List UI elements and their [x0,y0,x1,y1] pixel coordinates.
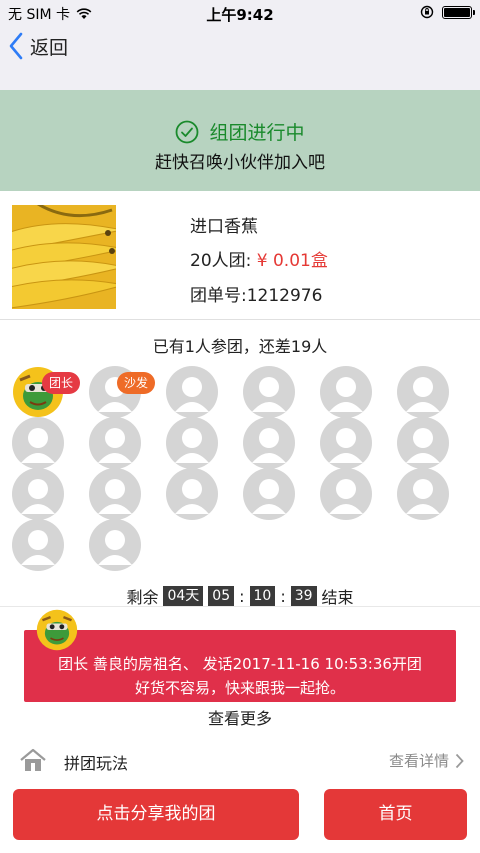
empty-slot-avatar [243,468,295,520]
group-status-banner: 组团进行中 赶快召唤小伙伴加入吧 [0,90,480,191]
product-price: ¥ 0.01盒 [256,251,328,271]
countdown-suffix: 结束 [321,588,354,607]
empty-slot-avatar [243,366,295,418]
empty-slot-avatar [166,417,218,469]
empty-slot-avatar [89,519,141,571]
home-button[interactable]: 首页 [324,789,467,840]
battery-icon [442,5,475,19]
banner-title-row: 组团进行中 [0,118,480,145]
countdown-separator: : [280,586,286,606]
status-bar: 无 SIM 卡 上午9:42 [0,0,480,26]
product-name: 进口香蕉 [190,217,258,237]
see-more-link[interactable]: 查看更多 [0,705,480,729]
countdown-prefix: 剩余 [126,588,159,607]
sofa-tag: 沙发 [117,372,156,394]
countdown-minutes: 10 [249,586,276,606]
chevron-left-icon [9,32,23,60]
product-price-row: 20人团: ¥ 0.01盒 [190,246,328,271]
countdown-seconds: 39 [290,586,317,606]
back-button[interactable]: 返回 [8,32,68,60]
rules-label: 拼团玩法 [64,754,129,773]
rotation-lock-icon [420,5,434,19]
countdown-separator: : [239,586,245,606]
back-label: 返回 [30,36,69,59]
nav-bar: 返回 [0,26,480,90]
banner-subtitle: 赶快召唤小伙伴加入吧 [155,153,325,173]
check-circle-icon [176,120,199,143]
message-line-1: 团长 善良的房祖名、 发话2017-11-16 10:53:36开团 [58,655,422,673]
empty-slot-avatar [12,417,64,469]
empty-slot-avatar [166,366,218,418]
empty-slot-avatar [397,366,449,418]
countdown-hours: 05 [208,586,235,606]
house-icon [20,748,46,771]
leader-message-box: 团长 善良的房祖名、 发话2017-11-16 10:53:36开团 好货不容易… [24,630,456,702]
message-leader-avatar [36,609,78,651]
empty-slot-avatar [397,417,449,469]
message-line-2: 好货不容易，快来跟我一起抢。 [134,679,345,697]
empty-slot-avatar [12,468,64,520]
countdown-timer: 剩余 04天 05 : 10 : 39 结束 [0,584,480,608]
status-time: 上午9:42 [206,6,274,24]
empty-slot-avatar [320,468,372,520]
banner-title: 组团进行中 [209,122,305,144]
leader-tag: 团长 [42,372,81,394]
empty-slot-avatar [166,468,218,520]
group-order-number: 团单号:1212976 [190,286,323,306]
empty-slot-avatar [320,417,372,469]
empty-slot-avatar [320,366,372,418]
rules-detail-label: 查看详情 [388,752,449,770]
rules-detail-link[interactable]: 查看详情 [389,750,464,771]
empty-slot-avatar [12,519,64,571]
countdown-days: 04天 [163,586,204,606]
empty-slot-avatar [243,417,295,469]
empty-slot-avatar [397,468,449,520]
participants-summary: 已有1人参团，还差19人 [152,337,328,356]
status-right [420,5,475,19]
empty-slot-avatar [89,468,141,520]
divider [0,606,480,607]
product-image [12,205,116,309]
group-rules-row[interactable]: 拼团玩法 查看详情 [0,740,480,780]
product-card[interactable]: 进口香蕉 20人团: ¥ 0.01盒 团单号:1212976 [0,191,480,320]
chevron-right-icon [455,753,464,768]
share-group-button[interactable]: 点击分享我的团 [13,789,299,840]
empty-slot-avatar [89,417,141,469]
group-size-label: 20人团: [190,251,252,271]
